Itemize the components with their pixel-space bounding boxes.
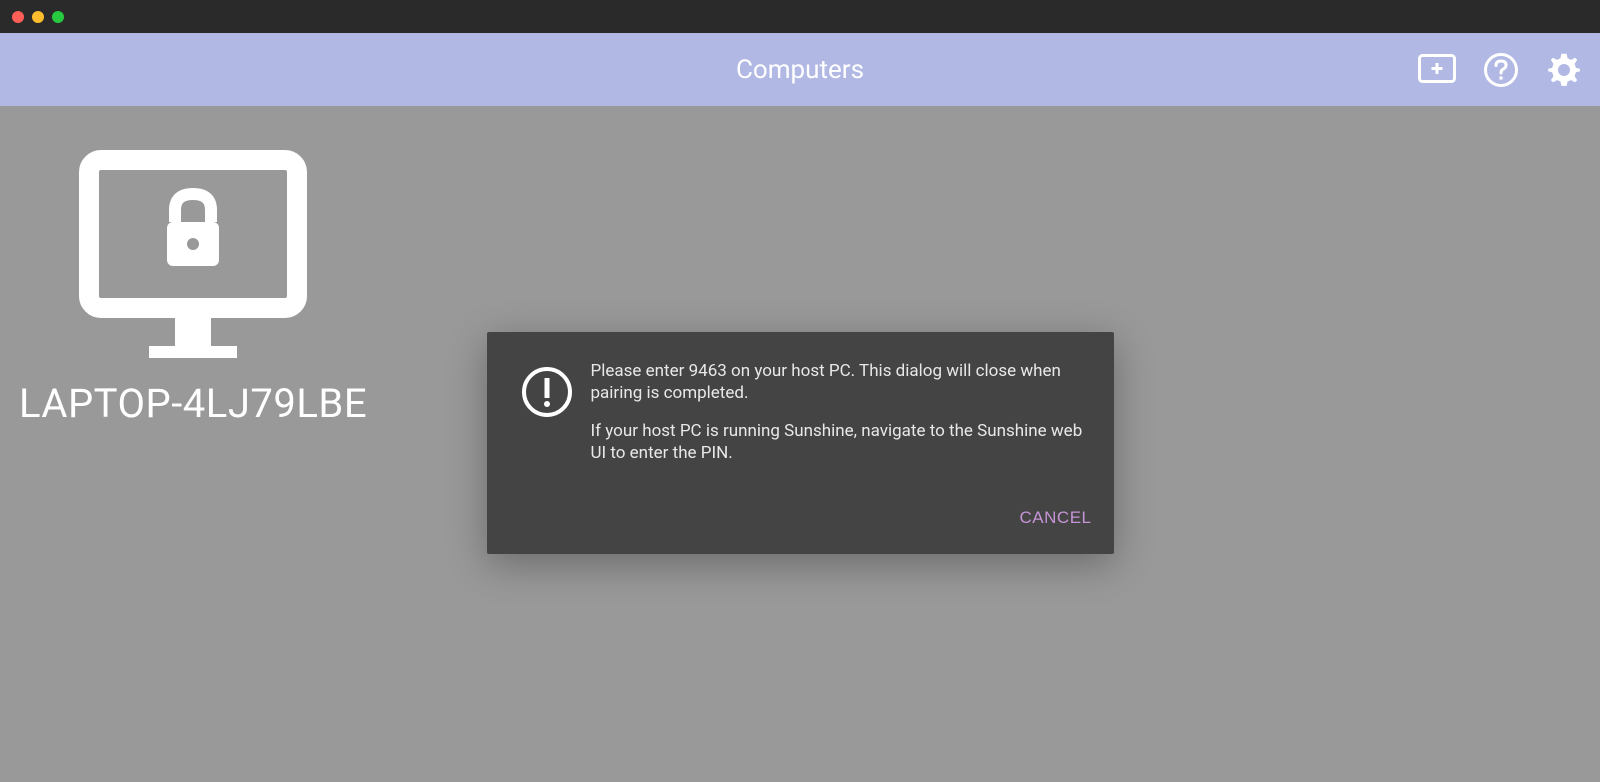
dialog-body: Please enter 9463 on your host PC. This … bbox=[507, 360, 1094, 464]
pairing-dialog: Please enter 9463 on your host PC. This … bbox=[487, 332, 1114, 554]
minimize-window-button[interactable] bbox=[32, 11, 44, 23]
dialog-message-line-2: If your host PC is running Sunshine, nav… bbox=[591, 420, 1094, 464]
page-title: Computers bbox=[736, 55, 864, 85]
dialog-message-line-1: Please enter 9463 on your host PC. This … bbox=[591, 360, 1094, 404]
app-toolbar: Computers bbox=[0, 33, 1600, 106]
computer-item[interactable]: LAPTOP-4LJ79LBE bbox=[8, 150, 378, 430]
dialog-message: Please enter 9463 on your host PC. This … bbox=[591, 360, 1094, 464]
add-pc-button[interactable] bbox=[1418, 54, 1456, 86]
alert-icon bbox=[521, 366, 573, 422]
close-window-button[interactable] bbox=[12, 11, 24, 23]
help-icon bbox=[1484, 53, 1518, 87]
window-titlebar bbox=[0, 0, 1600, 33]
toolbar-actions bbox=[1418, 52, 1582, 88]
help-button[interactable] bbox=[1484, 53, 1518, 87]
locked-monitor-icon bbox=[79, 150, 307, 358]
gear-icon bbox=[1546, 52, 1582, 88]
settings-button[interactable] bbox=[1546, 52, 1582, 88]
maximize-window-button[interactable] bbox=[52, 11, 64, 23]
computer-name-label: LAPTOP-4LJ79LBE bbox=[19, 378, 367, 430]
dialog-actions: CANCEL bbox=[507, 500, 1094, 536]
add-pc-icon bbox=[1418, 54, 1456, 86]
cancel-button[interactable]: CANCEL bbox=[1018, 500, 1094, 536]
